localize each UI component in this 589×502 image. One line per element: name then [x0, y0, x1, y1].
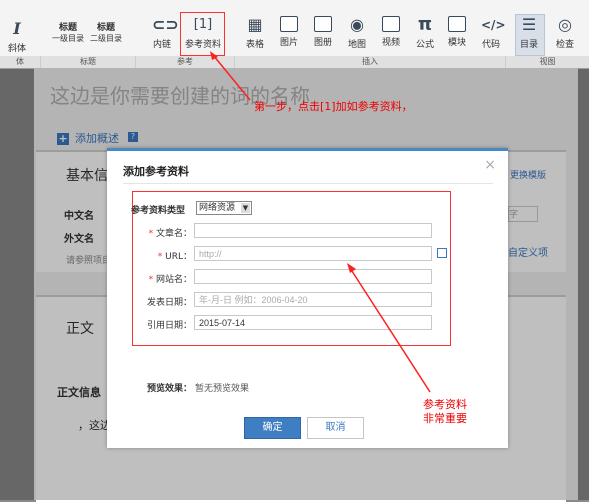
- arrow-to-form: [349, 267, 431, 393]
- step1-annotation: 第一步，点击[1]加如参考资料，: [254, 100, 413, 113]
- annotation-arrows: [210, 51, 431, 393]
- arrow-head-bottom: [347, 263, 356, 273]
- arrow-to-reference-button: [212, 54, 251, 101]
- important-annotation-line2: 非常重要: [423, 412, 467, 425]
